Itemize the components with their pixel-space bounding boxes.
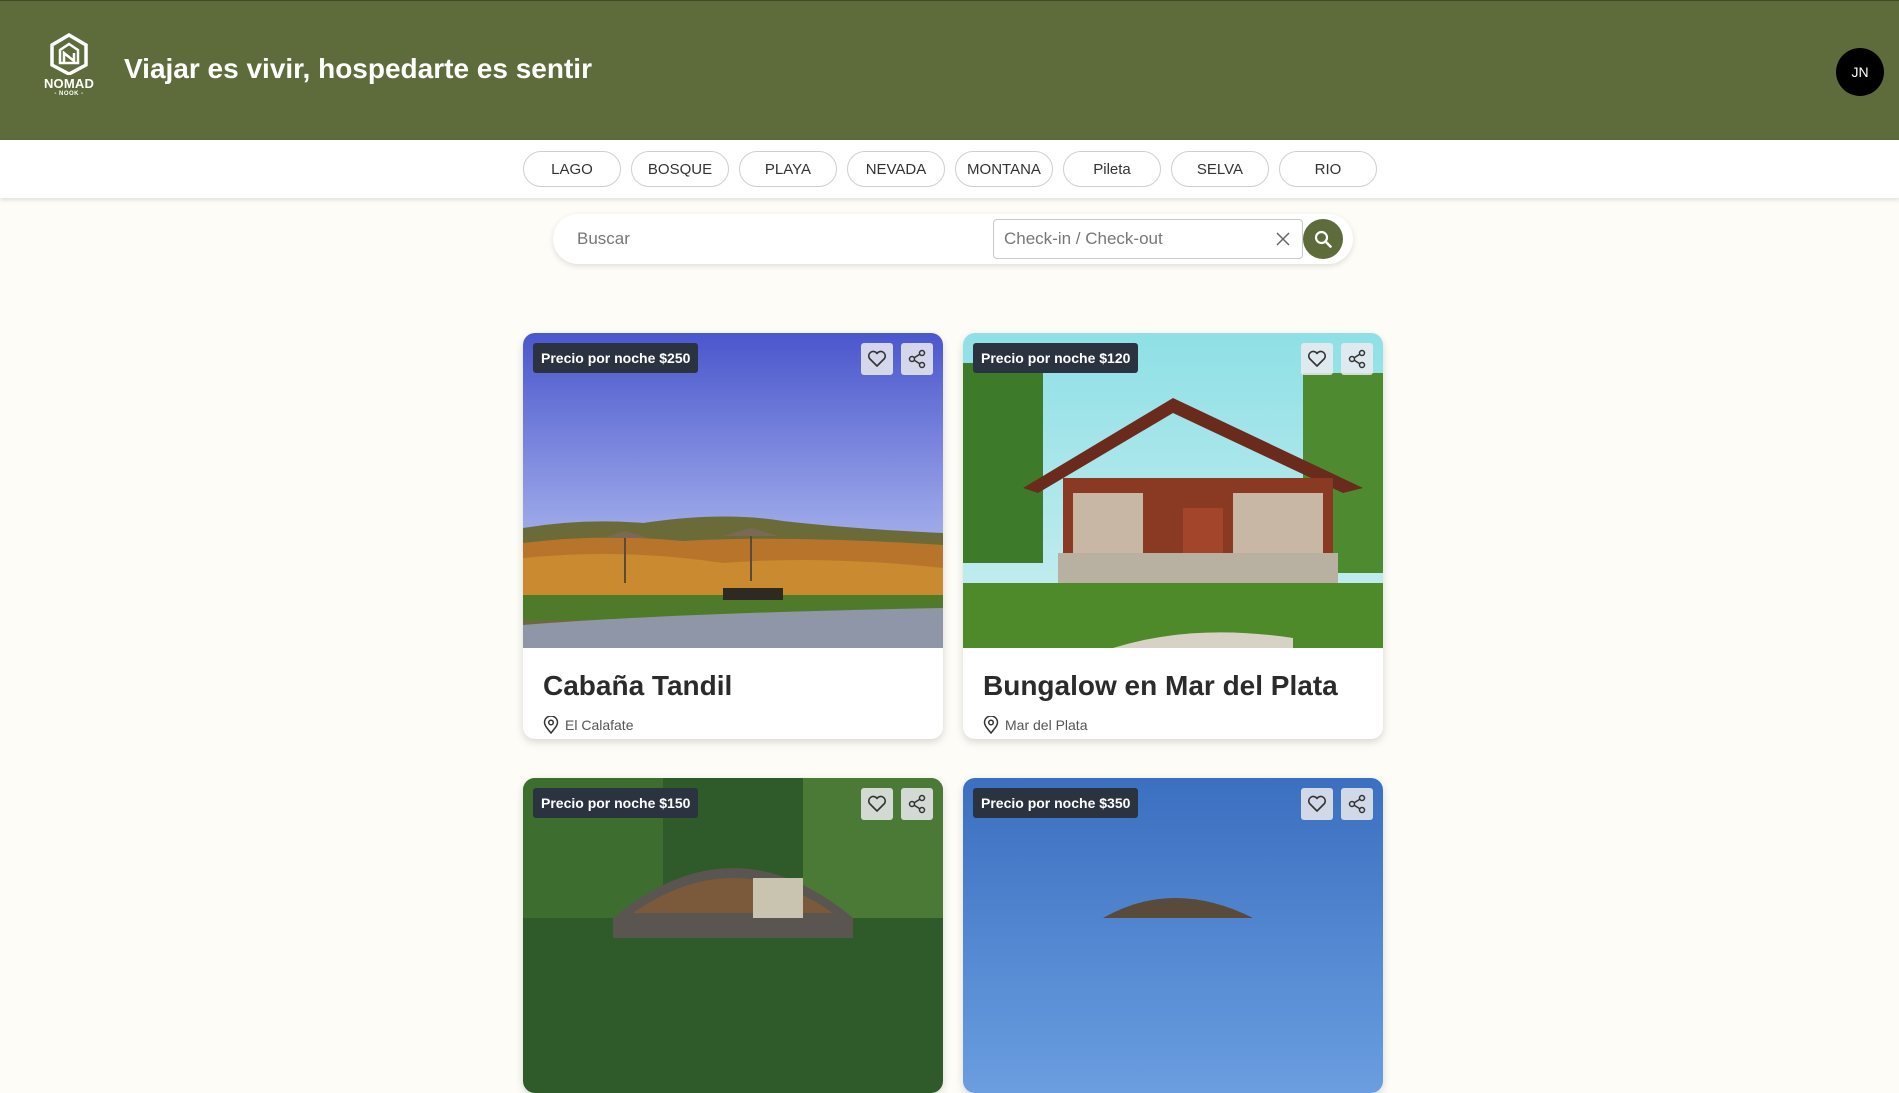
location-pin-icon: [543, 716, 559, 734]
share-button[interactable]: [1341, 788, 1373, 820]
category-selva[interactable]: SELVA: [1171, 151, 1269, 187]
category-lago[interactable]: LAGO: [523, 151, 621, 187]
tagline: Viajar es vivir, hospedarte es sentir: [124, 53, 592, 84]
listing-card[interactable]: Precio por noche $250 Cabaña Tandil El C…: [523, 333, 943, 739]
listing-card[interactable]: Precio por noche $350: [963, 778, 1383, 1093]
user-avatar[interactable]: JN: [1836, 48, 1884, 96]
category-bar: LAGO BOSQUE PLAYA NEVADA MONTANA Pileta …: [0, 140, 1899, 198]
category-montana[interactable]: MONTANA: [955, 151, 1053, 187]
share-icon: [1348, 794, 1366, 814]
favorite-button[interactable]: [861, 788, 893, 820]
listing-location-text: El Calafate: [565, 717, 634, 733]
listing-card[interactable]: Precio por noche $120 Bungalow en Mar de…: [963, 333, 1383, 739]
heart-icon: [1307, 795, 1327, 812]
listing-location-text: Mar del Plata: [1005, 717, 1088, 733]
logo-sub-text: - NOOK -: [54, 91, 84, 97]
share-icon: [908, 349, 926, 369]
location-pin-icon: [983, 716, 999, 734]
date-range-field[interactable]: Check-in / Check-out: [993, 219, 1303, 259]
app-header: NOMAD - NOOK - Viajar es vivir, hospedar…: [0, 0, 1899, 140]
heart-icon: [867, 350, 887, 367]
nomad-logo-icon: [50, 33, 88, 75]
listing-body: Cabaña Tandil El Calafate: [523, 648, 943, 739]
category-pileta[interactable]: Pileta: [1063, 151, 1161, 187]
category-list: LAGO BOSQUE PLAYA NEVADA MONTANA Pileta …: [523, 151, 1377, 187]
category-rio[interactable]: RIO: [1279, 151, 1377, 187]
search-input[interactable]: Buscar: [577, 214, 630, 264]
price-badge: Precio por noche $250: [533, 343, 699, 373]
listing-image: [963, 778, 1383, 1093]
share-button[interactable]: [901, 788, 933, 820]
listing-photo[interactable]: Precio por noche $250: [523, 333, 943, 648]
share-button[interactable]: [901, 343, 933, 375]
listing-body: Bungalow en Mar del Plata Mar del Plata: [963, 648, 1383, 739]
search-bar: Buscar Check-in / Check-out: [553, 214, 1353, 264]
price-badge: Precio por noche $350: [973, 788, 1139, 818]
category-bosque[interactable]: BOSQUE: [631, 151, 729, 187]
date-range-placeholder: Check-in / Check-out: [1004, 229, 1163, 248]
favorite-button[interactable]: [1301, 343, 1333, 375]
listing-image: [963, 333, 1383, 648]
share-button[interactable]: [1341, 343, 1373, 375]
category-nevada[interactable]: NEVADA: [847, 151, 945, 187]
close-icon[interactable]: [1276, 232, 1290, 246]
share-icon: [908, 794, 926, 814]
search-icon: [1314, 230, 1332, 248]
heart-icon: [867, 795, 887, 812]
share-icon: [1348, 349, 1366, 369]
listing-location: Mar del Plata: [983, 716, 1363, 734]
favorite-button[interactable]: [861, 343, 893, 375]
price-badge: Precio por noche $150: [533, 788, 699, 818]
listing-title[interactable]: Bungalow en Mar del Plata: [983, 670, 1363, 702]
listing-image: [523, 778, 943, 1093]
price-badge: Precio por noche $120: [973, 343, 1139, 373]
nomad-logo[interactable]: NOMAD - NOOK -: [40, 33, 98, 107]
listing-card[interactable]: Precio por noche $150: [523, 778, 943, 1093]
favorite-button[interactable]: [1301, 788, 1333, 820]
heart-icon: [1307, 350, 1327, 367]
listing-photo[interactable]: Precio por noche $120: [963, 333, 1383, 648]
listing-title[interactable]: Cabaña Tandil: [543, 670, 923, 702]
logo-brand-text: NOMAD: [43, 76, 95, 91]
listing-photo[interactable]: Precio por noche $350: [963, 778, 1383, 1093]
search-button[interactable]: [1303, 219, 1343, 259]
listing-photo[interactable]: Precio por noche $150: [523, 778, 943, 1093]
category-playa[interactable]: PLAYA: [739, 151, 837, 187]
listing-location: El Calafate: [543, 716, 923, 734]
listing-image: [523, 333, 943, 648]
